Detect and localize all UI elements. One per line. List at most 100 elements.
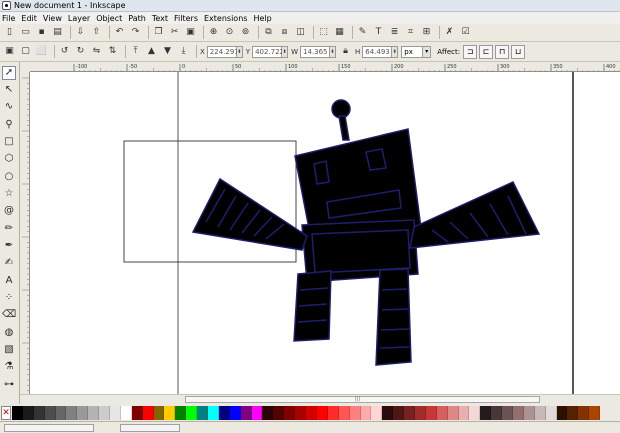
cut-icon[interactable]: ✂ bbox=[168, 26, 181, 39]
palette-swatch[interactable] bbox=[382, 405, 394, 420]
y-input[interactable]: 402.722 bbox=[252, 45, 284, 58]
palette-swatch[interactable] bbox=[164, 405, 176, 420]
gradient-icon[interactable]: ▧ bbox=[2, 343, 16, 357]
calligraphy-icon[interactable]: ✍ bbox=[2, 256, 16, 270]
zoom-selection-icon[interactable]: ⊕ bbox=[207, 26, 220, 39]
rectangle-icon[interactable]: □ bbox=[2, 135, 16, 149]
zoom-icon[interactable]: ⚲ bbox=[2, 118, 16, 132]
h-input[interactable]: 64.493 bbox=[362, 45, 393, 58]
palette-swatch[interactable] bbox=[393, 405, 405, 420]
affect-gradients-icon[interactable]: ⊓ bbox=[495, 44, 510, 59]
robot-leg-right[interactable] bbox=[375, 268, 412, 366]
palette-swatch[interactable] bbox=[436, 405, 448, 420]
deselect-icon[interactable]: ⬜ bbox=[35, 45, 48, 58]
ellipse-icon[interactable]: ○ bbox=[2, 170, 16, 184]
affect-patterns-icon[interactable]: ⊔ bbox=[511, 44, 526, 59]
group-icon[interactable]: ⬚ bbox=[317, 26, 330, 39]
palette-swatch[interactable] bbox=[197, 405, 209, 420]
h-spinner-icon[interactable]: ⬍ bbox=[392, 45, 399, 58]
raise-icon[interactable]: ▲ bbox=[145, 45, 158, 58]
palette-swatch[interactable] bbox=[404, 405, 415, 420]
palette-swatch[interactable] bbox=[512, 405, 524, 420]
zoom-drawing-icon[interactable]: ⊙ bbox=[223, 26, 236, 39]
y-spinner-icon[interactable]: ⬍ bbox=[282, 45, 289, 58]
menu-help[interactable]: Help bbox=[253, 14, 271, 23]
spray-icon[interactable]: ⁘ bbox=[2, 291, 16, 305]
tweak-icon[interactable]: ∿ bbox=[2, 100, 16, 114]
xml-editor-icon[interactable]: ⌗ bbox=[404, 26, 417, 39]
palette-swatch[interactable] bbox=[316, 405, 328, 420]
palette-swatch[interactable] bbox=[425, 405, 437, 420]
select-all-icon[interactable]: ▣ bbox=[3, 45, 16, 58]
duplicate-icon[interactable]: ⧉ bbox=[262, 26, 275, 39]
palette-swatch[interactable] bbox=[77, 405, 89, 420]
palette-swatch[interactable] bbox=[556, 405, 568, 420]
pen-icon[interactable]: ✒ bbox=[2, 239, 16, 253]
lower-icon[interactable]: ▼ bbox=[161, 45, 174, 58]
palette-swatch[interactable] bbox=[55, 405, 67, 420]
save-icon[interactable]: ▪ bbox=[35, 26, 48, 39]
palette-swatch[interactable] bbox=[22, 405, 34, 420]
spiral-icon[interactable]: @ bbox=[2, 204, 16, 218]
palette-swatch[interactable] bbox=[447, 405, 459, 420]
palette-swatch[interactable] bbox=[110, 405, 121, 420]
palette-swatch[interactable] bbox=[66, 405, 78, 420]
menu-extensions[interactable]: Extensions bbox=[204, 14, 247, 23]
fill-stroke-icon[interactable]: ✎ bbox=[356, 26, 369, 39]
palette-swatch[interactable] bbox=[218, 405, 230, 420]
x-input[interactable]: 224.297 bbox=[206, 45, 239, 58]
palette-swatch[interactable] bbox=[12, 405, 23, 420]
horizontal-ruler[interactable]: -100 -50 0 50 100 150 200 250 300 350 400 bbox=[30, 62, 620, 72]
node-icon[interactable]: ↖ bbox=[2, 83, 16, 97]
zoom-page-icon[interactable]: ⊚ bbox=[239, 26, 252, 39]
palette-swatch[interactable] bbox=[131, 405, 143, 420]
preferences-icon[interactable]: ✗ bbox=[443, 26, 456, 39]
menu-edit[interactable]: Edit bbox=[21, 14, 37, 23]
export-icon[interactable]: ⇧ bbox=[90, 26, 103, 39]
palette-swatch[interactable] bbox=[306, 405, 317, 420]
robot-drawing[interactable] bbox=[191, 99, 541, 366]
palette-swatch[interactable] bbox=[208, 405, 219, 420]
menu-layer[interactable]: Layer bbox=[68, 14, 90, 23]
pencil-icon[interactable]: ✏ bbox=[2, 222, 16, 236]
menu-file[interactable]: File bbox=[2, 14, 15, 23]
palette-swatch[interactable] bbox=[262, 405, 274, 420]
selector-icon[interactable]: ➚ bbox=[2, 66, 16, 80]
palette-swatch[interactable] bbox=[469, 405, 481, 420]
palette-swatch[interactable] bbox=[414, 405, 426, 420]
palette-swatch[interactable] bbox=[589, 405, 601, 420]
import-icon[interactable]: ⇩ bbox=[74, 26, 87, 39]
palette-swatch[interactable] bbox=[567, 405, 579, 420]
palette-swatch[interactable] bbox=[578, 405, 590, 420]
palette-swatch[interactable] bbox=[88, 405, 100, 420]
star-icon[interactable]: ☆ bbox=[2, 187, 16, 201]
menu-path[interactable]: Path bbox=[128, 14, 146, 23]
horizontal-scrollbar[interactable]: ||| bbox=[20, 394, 620, 404]
robot-antenna-stem[interactable] bbox=[338, 115, 350, 141]
menu-view[interactable]: View bbox=[43, 14, 62, 23]
rotate-ccw-icon[interactable]: ↺ bbox=[58, 45, 71, 58]
palette-swatch[interactable] bbox=[175, 405, 187, 420]
menu-filters[interactable]: Filters bbox=[174, 14, 198, 23]
lower-to-bottom-icon[interactable]: ⤓ bbox=[177, 45, 190, 58]
affect-stroke-width-icon[interactable]: ⊐ bbox=[463, 44, 478, 59]
raise-to-top-icon[interactable]: ⤒ bbox=[129, 45, 142, 58]
select-all-layers-icon[interactable]: ▢ bbox=[19, 45, 32, 58]
dropper-icon[interactable]: ⚗ bbox=[2, 360, 16, 374]
paint-bucket-icon[interactable]: ◍ bbox=[2, 326, 16, 340]
paste-icon[interactable]: ▣ bbox=[184, 26, 197, 39]
palette-swatch[interactable] bbox=[251, 405, 263, 420]
palette-swatch[interactable] bbox=[33, 405, 45, 420]
palette-swatch[interactable] bbox=[338, 405, 350, 420]
palette-swatch[interactable] bbox=[142, 405, 154, 420]
palette-swatch[interactable] bbox=[153, 405, 165, 420]
undo-icon[interactable]: ↶ bbox=[113, 26, 126, 39]
text-icon[interactable]: A bbox=[2, 274, 16, 288]
open-icon[interactable]: ▭ bbox=[19, 26, 32, 39]
w-input[interactable]: 14.365 bbox=[300, 45, 330, 58]
document-properties-icon[interactable]: ☑ bbox=[459, 26, 472, 39]
palette-swatch[interactable] bbox=[120, 405, 132, 420]
ungroup-icon[interactable]: ▦ bbox=[333, 26, 346, 39]
palette-swatch[interactable] bbox=[273, 405, 285, 420]
palette-swatch[interactable] bbox=[99, 405, 111, 420]
